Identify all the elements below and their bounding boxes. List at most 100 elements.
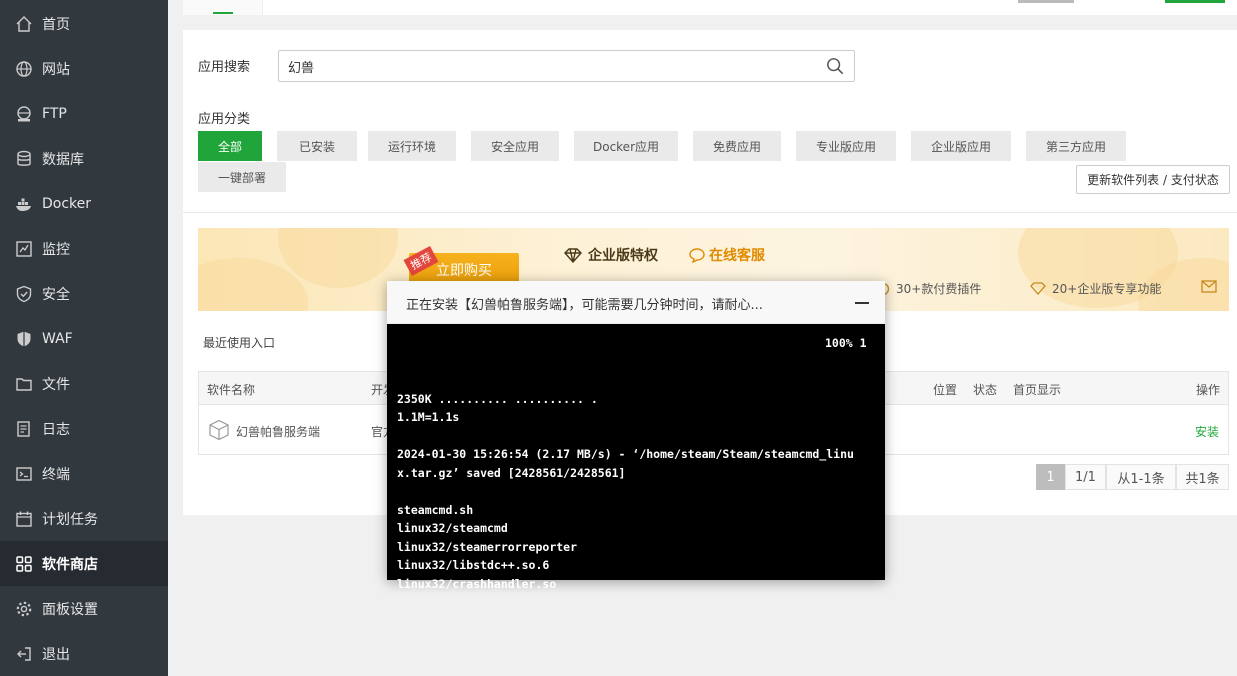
grid-icon <box>16 556 32 572</box>
sidebar-item-label: 文件 <box>42 376 70 393</box>
sidebar-item-10[interactable]: 终端 <box>0 451 168 496</box>
software-name[interactable]: 幻兽帕鲁服务端 <box>236 423 320 440</box>
feature-enterprise-text: 20+企业版专享功能 <box>1052 282 1162 296</box>
pager-current-page[interactable]: 1 <box>1036 464 1065 490</box>
sidebar: 首页网站 FTP 数据库 Docker 监控安全 WAF 文件日志终端计划任务软件商店面板设… <box>0 0 168 676</box>
log-icon <box>17 421 30 437</box>
terminal-line: x.tar.gz’ saved [2428561/2428561] <box>397 465 626 480</box>
sidebar-item-label: Docker <box>42 195 92 212</box>
terminal-line: 2350K .......... .......... . <box>397 391 598 406</box>
category-9[interactable]: 一键部署 <box>198 162 286 192</box>
sidebar-item-6[interactable]: 安全 <box>0 271 168 316</box>
diamond-icon <box>564 247 582 263</box>
online-service-link[interactable]: 在线客服 <box>689 245 765 265</box>
sidebar-item-label: 网站 <box>42 61 70 78</box>
ftp-icon <box>17 106 31 122</box>
install-progress-modal: 正在安装【幻兽帕鲁服务端】，可能需要几分钟时间，请耐心... 100% 1 23… <box>387 281 885 591</box>
feature-enterprise: 20+企业版专享功能 <box>1030 280 1161 297</box>
category-4[interactable]: Docker应用 <box>574 131 678 161</box>
terminal-line: linux32/libstdc++.so.6 <box>397 558 550 572</box>
search-input[interactable] <box>279 51 809 81</box>
sidebar-item-label: 日志 <box>42 421 70 438</box>
cube-icon <box>209 419 229 441</box>
docker-icon <box>16 198 31 211</box>
terminal-line: 1.1M=1.1s <box>397 410 460 424</box>
sidebar-item-13[interactable]: 面板设置 <box>0 586 168 631</box>
install-link[interactable]: 安装 <box>1195 423 1219 440</box>
sidebar-item-label: 监控 <box>42 241 70 258</box>
pager-total: 共1条 <box>1176 464 1229 490</box>
sidebar-item-2[interactable]: FTP <box>0 91 168 136</box>
sidebar-item-14[interactable]: 退出 <box>0 631 168 676</box>
category-6[interactable]: 专业版应用 <box>796 131 896 161</box>
sidebar-item-3[interactable]: 数据库 <box>0 136 168 181</box>
category-0[interactable]: 全部 <box>198 131 262 161</box>
sidebar-item-label: 退出 <box>42 646 70 663</box>
sidebar-item-9[interactable]: 日志 <box>0 406 168 451</box>
sidebar-item-7[interactable]: WAF <box>0 316 168 361</box>
folder-icon <box>16 378 32 391</box>
sidebar-item-5[interactable]: 监控 <box>0 226 168 271</box>
search-icon[interactable] <box>826 57 844 75</box>
category-2[interactable]: 运行环境 <box>368 131 456 161</box>
sidebar-item-label: FTP <box>42 105 67 122</box>
terminal-line: linux32/steamcmd <box>397 521 508 535</box>
sidebar-item-0[interactable]: 首页 <box>0 1 168 46</box>
mail-icon[interactable] <box>1201 280 1217 293</box>
top-select-edge[interactable] <box>1018 0 1074 3</box>
sidebar-item-8[interactable]: 文件 <box>0 361 168 406</box>
terminal-line: linux32/steamerrorreporter <box>397 539 578 554</box>
sidebar-item-4[interactable]: Docker <box>0 181 168 226</box>
enterprise-title-text: 企业版特权 <box>588 248 658 264</box>
sidebar-item-12[interactable]: 软件商店 <box>0 541 168 586</box>
category-1[interactable]: 已安装 <box>277 131 357 161</box>
feature-plugins-text: 30+款付费插件 <box>896 282 982 296</box>
logout-icon <box>17 647 31 661</box>
divider <box>183 212 1237 213</box>
diamond-small-icon <box>1030 282 1046 295</box>
calendar-icon <box>16 511 32 527</box>
modal-title: 正在安装【幻兽帕鲁服务端】，可能需要几分钟时间，请耐心... <box>406 298 763 313</box>
minimize-icon[interactable] <box>855 302 869 304</box>
header-action: 操作 <box>1196 383 1221 397</box>
database-icon <box>17 150 31 166</box>
sidebar-item-1[interactable]: 网站 <box>0 46 168 91</box>
sidebar-item-label: 计划任务 <box>42 511 98 528</box>
shield-icon <box>16 285 32 303</box>
terminal-line: 2024-01-30 15:26:54 (2.17 MB/s) - ‘/home… <box>397 447 854 461</box>
sidebar-item-label: 面板设置 <box>42 601 98 618</box>
header-name: 软件名称 <box>207 383 256 397</box>
sidebar-item-11[interactable]: 计划任务 <box>0 496 168 541</box>
search-label: 应用搜索 <box>198 60 251 75</box>
terminal-line: steamcmd.sh <box>397 502 474 517</box>
category-label: 应用分类 <box>198 112 251 127</box>
sidebar-item-label: 数据库 <box>42 151 84 168</box>
feature-plugins: 30+款付费插件 <box>876 280 981 297</box>
header-homepage: 首页显示 <box>1013 383 1062 397</box>
home-icon <box>16 16 32 32</box>
enterprise-privileges-title: 企业版特权 <box>564 245 658 265</box>
recent-entries-label: 最近使用入口 <box>203 336 276 350</box>
category-3[interactable]: 安全应用 <box>471 131 559 161</box>
header-location: 位置 <box>933 383 958 397</box>
category-5[interactable]: 免费应用 <box>693 131 781 161</box>
sidebar-item-label: 软件商店 <box>42 556 98 573</box>
header-status: 状态 <box>973 383 998 397</box>
pager-range: 从1-1条 <box>1106 464 1176 490</box>
terminal-line: linux32/crashhandler.so <box>397 576 557 591</box>
sidebar-item-label: 首页 <box>42 16 70 33</box>
sidebar-item-label: 终端 <box>42 466 70 483</box>
terminal-icon <box>16 467 32 481</box>
globe-icon <box>16 61 32 77</box>
refresh-software-list-button[interactable]: 更新软件列表 / 支付状态 <box>1076 165 1230 194</box>
category-8[interactable]: 第三方应用 <box>1026 131 1126 161</box>
search-box <box>278 50 855 82</box>
pager-pages: 1/1 <box>1065 464 1106 490</box>
category-7[interactable]: 企业版应用 <box>911 131 1011 161</box>
top-tab[interactable] <box>183 0 263 15</box>
top-tab-bar <box>183 0 1237 15</box>
gear-icon <box>16 601 32 617</box>
top-action-button-edge[interactable] <box>1165 0 1225 3</box>
modal-header: 正在安装【幻兽帕鲁服务端】，可能需要几分钟时间，请耐心... <box>387 281 885 324</box>
